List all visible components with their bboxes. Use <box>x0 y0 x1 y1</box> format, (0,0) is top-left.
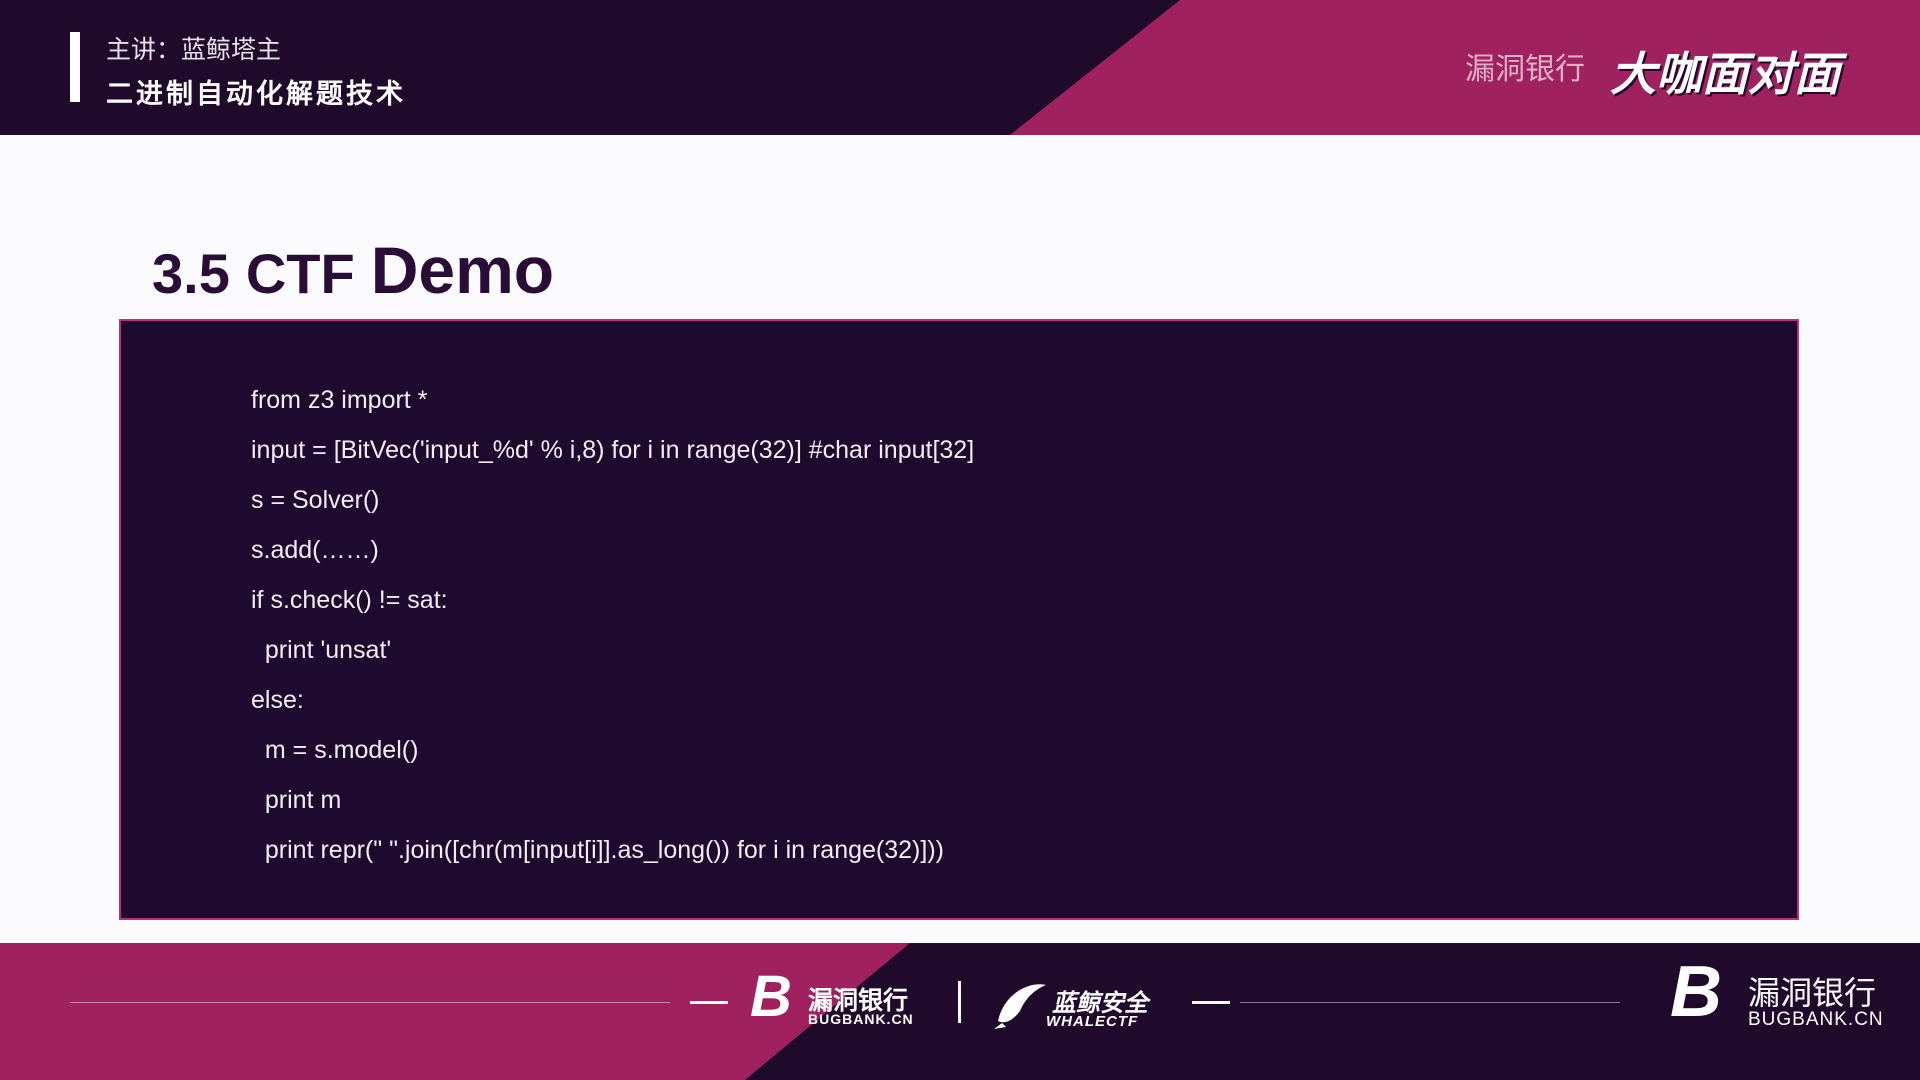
footer-rule-right <box>1240 1002 1620 1003</box>
code-line: m = s.model() <box>251 736 419 764</box>
code-line: else: <box>251 686 304 714</box>
footer-banner: B 漏洞银行 BUGBANK.CN 蓝鲸安全 WHALECTF B 漏洞银行 B… <box>0 943 1920 1080</box>
footer-dash-left <box>690 1001 728 1004</box>
footer-dash-right <box>1192 1001 1230 1004</box>
code-line: s.add(……) <box>251 536 379 564</box>
slide-title-ctf: CTF <box>245 242 355 305</box>
slide-title-number: 3.5 <box>152 242 230 305</box>
course-title: 二进制自动化解题技术 <box>106 79 406 109</box>
whale-brand-en: WHALECTF <box>1046 1013 1139 1030</box>
code-line: s = Solver() <box>251 486 380 514</box>
header-banner: 主讲：蓝鲸塔主 二进制自动化解题技术 漏洞银行 大咖面对面 <box>0 0 1920 135</box>
bugbank-b-logo-icon: B <box>750 964 792 1029</box>
code-line: print 'unsat' <box>251 636 392 664</box>
whale-logo-icon <box>994 984 1046 1029</box>
header-accent-bar <box>70 32 80 102</box>
event-logo-mark: 大咖面对面 <box>1610 48 1840 100</box>
bugbank-brand-right-cn: 漏洞银行 <box>1748 975 1877 1011</box>
bugbank-b-logo-right-icon: B <box>1670 952 1722 1032</box>
code-line: print m <box>251 786 342 814</box>
code-line: if s.check() != sat: <box>251 586 448 614</box>
footer-divider <box>958 981 961 1023</box>
slide-title: 3.5 CTF Demo <box>152 232 554 308</box>
slide-title-demo: Demo <box>370 233 555 307</box>
code-line: print repr(" ".join([chr(m[input[i]].as_… <box>251 836 944 864</box>
code-line: input = [BitVec('input_%d' % i,8) for i … <box>251 436 975 464</box>
bugbank-brand-en: BUGBANK.CN <box>808 1011 914 1027</box>
code-block: from z3 import * input = [BitVec('input_… <box>119 319 1799 920</box>
bugbank-brand-right-en: BUGBANK.CN <box>1748 1009 1884 1030</box>
event-logo-text: 漏洞银行 <box>1465 53 1585 86</box>
code-line: from z3 import * <box>251 386 428 414</box>
lecturer-name: 主讲：蓝鲸塔主 <box>106 36 282 64</box>
footer-rule-left <box>70 1002 670 1003</box>
